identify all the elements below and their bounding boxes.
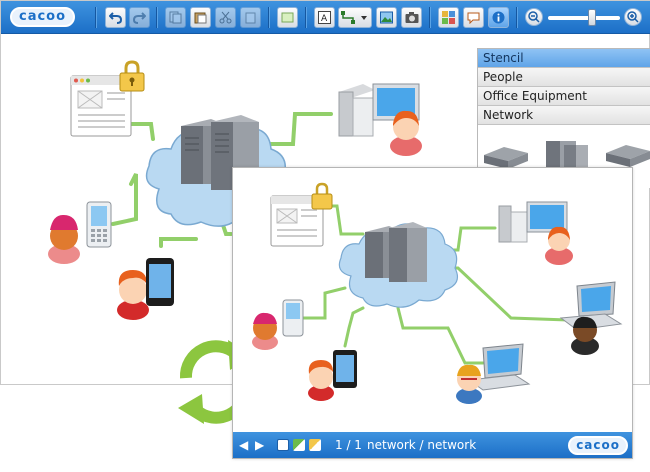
- stencil-category-office-equipment[interactable]: Office Equipment: [478, 87, 650, 106]
- toolbar-divider: [305, 7, 307, 28]
- paste-button[interactable]: [190, 7, 211, 28]
- undo-icon: [109, 12, 122, 24]
- connector-line: [343, 306, 365, 348]
- toolbar-divider: [95, 7, 97, 28]
- connector-line: [396, 306, 485, 365]
- smartphone-icon: [333, 350, 357, 388]
- viewer-info-icon[interactable]: [277, 439, 289, 451]
- info-icon: [492, 11, 505, 24]
- connector-line: [159, 237, 198, 248]
- connector-button[interactable]: [338, 7, 372, 28]
- paste-format-icon: [245, 12, 256, 24]
- image-button[interactable]: [376, 7, 397, 28]
- viewer-edit-icon[interactable]: [309, 439, 321, 451]
- lock-icon: [119, 60, 145, 92]
- shape-icon: [281, 12, 294, 23]
- lock-icon: [311, 182, 333, 210]
- connector-line: [129, 122, 155, 141]
- person-avatar-icon: [571, 316, 599, 355]
- stencil-button[interactable]: [438, 7, 459, 28]
- copy-button[interactable]: [165, 7, 186, 28]
- zoom-slider-track[interactable]: [548, 16, 620, 20]
- camera-icon: [405, 12, 418, 23]
- text-button[interactable]: A: [314, 7, 335, 28]
- cacoo-logo: cacoo: [568, 436, 628, 455]
- zoom-out-button[interactable]: [525, 8, 543, 26]
- redo-button[interactable]: [129, 7, 150, 28]
- svg-text:A: A: [321, 14, 328, 24]
- person-avatar-icon: [252, 312, 278, 350]
- mobile-phone-icon: [86, 201, 112, 248]
- shape-button[interactable]: [277, 7, 298, 28]
- connector-icon: [341, 11, 367, 24]
- cut-icon: [219, 11, 232, 24]
- text-icon: A: [318, 11, 331, 24]
- info-button[interactable]: [488, 7, 509, 28]
- connector-line: [323, 204, 365, 236]
- connector-line: [269, 112, 333, 146]
- viewer-window: ◀ ▶ 1 / 1 network / network cacoo: [232, 167, 633, 459]
- person-avatar-icon: [48, 214, 80, 264]
- toolbar-divider: [429, 7, 431, 28]
- toolbar-divider: [516, 7, 518, 28]
- stencil-icon: [442, 11, 455, 24]
- person-avatar-icon: [117, 270, 149, 320]
- zoom-in-button[interactable]: [624, 8, 642, 26]
- toolbar-divider: [156, 7, 158, 28]
- zoom-out-icon: [528, 11, 540, 23]
- network-switch-icon[interactable]: [484, 147, 528, 169]
- stencil-category-network[interactable]: Network: [478, 106, 650, 125]
- page-indicator: 1 / 1: [335, 438, 362, 452]
- editor-toolbar: cacoo A: [1, 1, 650, 34]
- connector-line: [111, 173, 138, 226]
- next-page-icon[interactable]: ▶: [255, 438, 264, 452]
- viewer-footer-bar: ◀ ▶ 1 / 1 network / network cacoo: [233, 432, 632, 458]
- redo-icon: [133, 12, 146, 24]
- connector-line: [446, 266, 570, 322]
- person-avatar-icon: [456, 364, 482, 404]
- toolbar-divider: [268, 7, 270, 28]
- cut-button[interactable]: [215, 7, 236, 28]
- person-avatar-icon: [308, 360, 334, 401]
- image-icon: [380, 11, 393, 24]
- camera-button[interactable]: [401, 7, 422, 28]
- comment-button[interactable]: [463, 7, 484, 28]
- undo-button[interactable]: [105, 7, 126, 28]
- paste-format-button[interactable]: [240, 7, 261, 28]
- person-avatar-icon: [390, 110, 422, 156]
- smartphone-icon: [146, 258, 174, 306]
- server-rack-icon: [365, 222, 427, 282]
- person-avatar-icon: [545, 226, 573, 265]
- mobile-phone-icon: [282, 299, 304, 337]
- comment-icon: [467, 12, 480, 24]
- stencil-header[interactable]: Stencil: [478, 49, 650, 68]
- connector-line: [301, 286, 347, 320]
- diagram-title: network / network: [367, 438, 477, 452]
- zoom-slider-handle[interactable]: [588, 9, 596, 26]
- copy-icon: [169, 11, 182, 24]
- stencil-category-people[interactable]: People: [478, 68, 650, 87]
- prev-page-icon[interactable]: ◀: [239, 438, 248, 452]
- viewer-fit-icon[interactable]: [293, 439, 305, 451]
- paste-icon: [194, 12, 207, 24]
- cacoo-logo: cacoo: [10, 7, 76, 27]
- viewer-canvas[interactable]: [233, 168, 632, 432]
- zoom-in-icon: [627, 11, 639, 23]
- router-icon[interactable]: [606, 145, 650, 167]
